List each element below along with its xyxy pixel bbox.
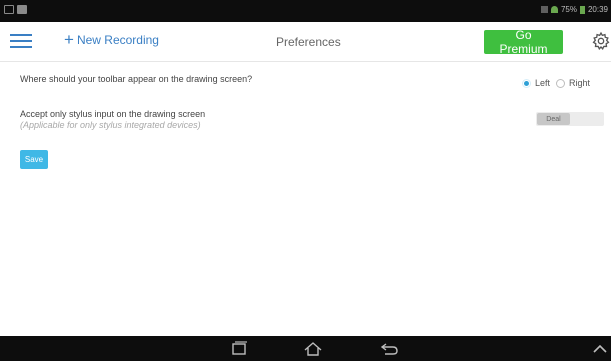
- status-bar: 75% 20:39: [0, 0, 611, 22]
- app-screen: 75% 20:39 + New Recording Preferences Go…: [0, 0, 611, 361]
- status-notifications: [4, 5, 27, 14]
- radio-left-label[interactable]: Left: [535, 78, 550, 88]
- mute-icon: [540, 6, 548, 13]
- app-toolbar: + New Recording Preferences Go Premium: [0, 22, 611, 62]
- chevron-up-icon[interactable]: [589, 340, 611, 357]
- radio-right-label[interactable]: Right: [569, 78, 590, 88]
- gear-icon[interactable]: [591, 31, 611, 51]
- gallery-notification-icon: [17, 5, 27, 14]
- save-button[interactable]: Save: [20, 150, 48, 169]
- new-recording-label: New Recording: [76, 33, 159, 47]
- new-recording-button[interactable]: + New Recording: [64, 30, 159, 49]
- stylus-only-toggle[interactable]: Deal: [536, 112, 604, 126]
- battery-icon: [579, 5, 585, 14]
- back-icon[interactable]: [378, 340, 400, 357]
- home-icon[interactable]: [302, 340, 324, 357]
- radio-right[interactable]: [556, 78, 566, 88]
- toggle-thumb: Deal: [537, 113, 570, 125]
- stylus-only-hint: (Applicable for only stylus integrated d…: [20, 120, 201, 130]
- hamburger-menu-icon[interactable]: [10, 34, 32, 49]
- go-premium-button[interactable]: Go Premium: [484, 28, 563, 56]
- status-time: 20:39: [587, 5, 608, 14]
- toolbar-position-question: Where should your toolbar appear on the …: [20, 74, 253, 84]
- wifi-icon: [550, 6, 558, 13]
- recent-apps-icon[interactable]: [228, 340, 250, 357]
- toolbar-position-radio-group: Left Right: [522, 78, 590, 88]
- plus-icon: +: [64, 30, 74, 49]
- status-indicators: 75% 20:39: [540, 5, 608, 14]
- system-navigation-bar: [0, 336, 611, 361]
- page-title: Preferences: [276, 35, 341, 49]
- radio-left[interactable]: [522, 78, 531, 88]
- battery-percent: 75%: [560, 5, 577, 14]
- stylus-only-question: Accept only stylus input on the drawing …: [20, 109, 206, 119]
- screenshot-notification-icon: [4, 5, 14, 14]
